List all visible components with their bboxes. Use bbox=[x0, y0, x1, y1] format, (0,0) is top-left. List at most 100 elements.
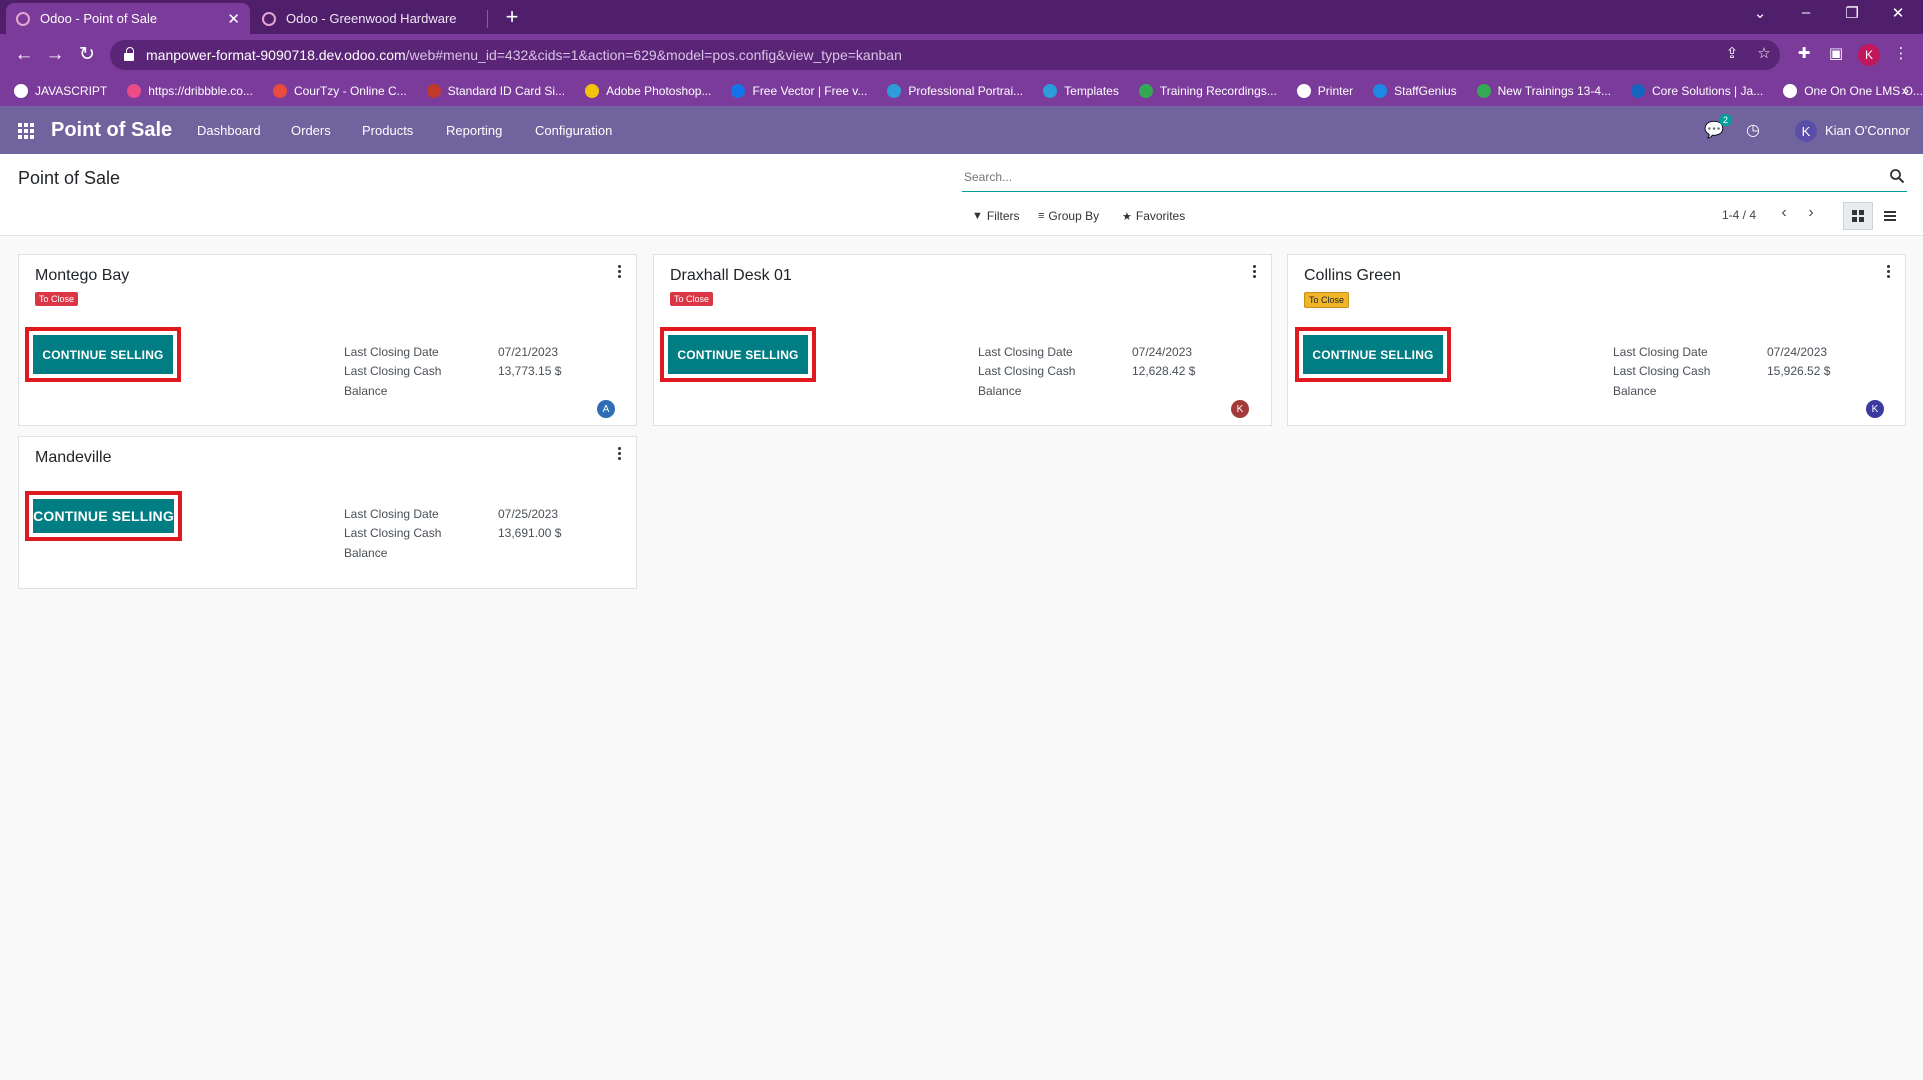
pos-card-draxhall-desk-01[interactable]: Draxhall Desk 01 To Close CONTINUE SELLI… bbox=[653, 254, 1272, 426]
canva-icon bbox=[887, 84, 902, 98]
bookmark-item[interactable]: Free Vector | Free v... bbox=[731, 84, 867, 98]
favorites-button[interactable]: ★ Favorites bbox=[1122, 209, 1185, 223]
bookmark-star-icon[interactable]: ☆ bbox=[1753, 44, 1775, 62]
side-panel-icon[interactable]: ▣ bbox=[1825, 44, 1847, 62]
bookmarks-bar: JAVASCRIPT https://dribbble.co... CourTz… bbox=[0, 76, 1923, 106]
continue-selling-button[interactable]: CONTINUE SELLING bbox=[1303, 335, 1443, 374]
search-input[interactable] bbox=[962, 164, 1862, 190]
bookmark-label: Adobe Photoshop... bbox=[606, 84, 712, 98]
more-menu-icon[interactable]: ⋮ bbox=[1890, 44, 1912, 62]
bookmark-item[interactable]: Templates bbox=[1043, 84, 1119, 98]
menu-orders[interactable]: Orders bbox=[291, 123, 331, 138]
pager-previous-icon[interactable]: ‹ bbox=[1776, 204, 1792, 222]
apps-grid-icon[interactable] bbox=[18, 123, 34, 139]
share-icon[interactable]: ⇪ bbox=[1721, 44, 1743, 62]
bookmark-label: New Trainings 13-4... bbox=[1497, 84, 1612, 98]
close-window-button[interactable]: ✕ bbox=[1886, 4, 1910, 22]
tab-point-of-sale[interactable]: Odoo - Point of Sale ✕ bbox=[6, 3, 250, 34]
group-by-button[interactable]: ≡ Group By bbox=[1038, 209, 1099, 223]
continue-selling-button[interactable]: CONTINUE SELLING bbox=[33, 499, 174, 533]
balance-label: Balance bbox=[344, 546, 388, 560]
profile-avatar[interactable]: K bbox=[1858, 44, 1880, 66]
bookmark-label: https://dribbble.co... bbox=[148, 84, 253, 98]
bookmark-label: Templates bbox=[1064, 84, 1119, 98]
responsible-avatar[interactable]: K bbox=[1866, 400, 1884, 418]
bookmark-item[interactable]: StaffGenius bbox=[1373, 84, 1457, 98]
activity-clock-icon[interactable]: ◷ bbox=[1746, 120, 1760, 140]
tab-separator bbox=[487, 10, 488, 28]
tab-greenwood-hardware[interactable]: Odoo - Greenwood Hardware bbox=[252, 3, 488, 34]
menu-configuration[interactable]: Configuration bbox=[535, 123, 612, 138]
card-dropdown-icon[interactable] bbox=[1887, 265, 1891, 278]
status-badge: To Close bbox=[670, 292, 714, 306]
bookmark-item[interactable]: Professional Portrai... bbox=[887, 84, 1023, 98]
favorites-label: Favorites bbox=[1135, 209, 1186, 223]
bookmark-item[interactable]: Printer bbox=[1296, 84, 1353, 98]
last-closing-date-label: Last Closing Date bbox=[344, 507, 439, 521]
back-arrow-icon[interactable]: ← bbox=[12, 44, 36, 66]
responsible-avatar[interactable]: A bbox=[597, 400, 615, 418]
continue-selling-button[interactable]: CONTINUE SELLING bbox=[33, 335, 173, 374]
last-closing-date-label: Last Closing Date bbox=[978, 345, 1073, 359]
last-closing-cash-label: Last Closing Cash bbox=[1613, 364, 1711, 378]
core-solutions-icon bbox=[1631, 84, 1646, 98]
group-by-icon: ≡ bbox=[1038, 210, 1045, 222]
last-closing-cash-label: Last Closing Cash bbox=[978, 364, 1076, 378]
bookmark-item[interactable]: Core Solutions | Ja... bbox=[1631, 84, 1763, 98]
pos-card-collins-green[interactable]: Collins Green To Close CONTINUE SELLING … bbox=[1287, 254, 1906, 426]
pos-name: Mandeville bbox=[35, 449, 112, 466]
bookmark-item[interactable]: New Trainings 13-4... bbox=[1476, 84, 1612, 98]
balance-label: Balance bbox=[978, 384, 1022, 398]
close-icon[interactable]: ✕ bbox=[227, 10, 240, 28]
bookmark-item[interactable]: Standard ID Card Si... bbox=[426, 84, 565, 98]
bookmark-label: CourTzy - Online C... bbox=[293, 84, 407, 98]
chevron-right-icon[interactable]: » bbox=[1901, 82, 1909, 98]
menu-reporting[interactable]: Reporting bbox=[446, 123, 502, 138]
continue-selling-button[interactable]: CONTINUE SELLING bbox=[668, 335, 808, 374]
last-closing-cash-label: Last Closing Cash bbox=[344, 526, 442, 540]
status-badge: To Close bbox=[35, 292, 79, 306]
menu-products[interactable]: Products bbox=[362, 123, 413, 138]
user-menu[interactable]: Kian O'Connor bbox=[1825, 123, 1910, 138]
globe-icon bbox=[1296, 84, 1311, 98]
courtzy-icon bbox=[272, 84, 287, 98]
pager-next-icon[interactable]: › bbox=[1803, 204, 1819, 222]
pos-name: Montego Bay bbox=[35, 267, 130, 284]
google-drive-icon bbox=[1476, 84, 1491, 98]
card-dropdown-icon[interactable] bbox=[1253, 265, 1257, 278]
bookmark-item[interactable]: CourTzy - Online C... bbox=[272, 84, 407, 98]
list-view-button[interactable] bbox=[1875, 202, 1905, 230]
extensions-icon[interactable]: ✚ bbox=[1793, 44, 1815, 62]
responsible-avatar[interactable]: K bbox=[1231, 400, 1249, 418]
bookmark-label: StaffGenius bbox=[1394, 84, 1457, 98]
minimize-button[interactable]: – bbox=[1794, 4, 1818, 21]
filters-button[interactable]: ▼ Filters bbox=[972, 209, 1020, 223]
bookmark-label: JAVASCRIPT bbox=[35, 84, 108, 98]
new-tab-button[interactable]: + bbox=[500, 4, 524, 30]
user-avatar[interactable]: K bbox=[1795, 120, 1817, 142]
pos-card-montego-bay[interactable]: Montego Bay To Close CONTINUE SELLING La… bbox=[18, 254, 637, 426]
last-closing-date-value: 07/21/2023 bbox=[498, 345, 559, 359]
star-icon: ★ bbox=[1122, 210, 1132, 223]
reload-icon[interactable]: ↻ bbox=[75, 44, 99, 66]
bookmark-item[interactable]: https://dribbble.co... bbox=[127, 84, 253, 98]
bookmark-item[interactable]: Adobe Photoshop... bbox=[585, 84, 711, 98]
bookmark-item[interactable]: JAVASCRIPT bbox=[14, 84, 107, 98]
kanban-view-button[interactable] bbox=[1843, 202, 1873, 230]
search-icon[interactable] bbox=[1889, 168, 1905, 184]
last-closing-date-value: 07/25/2023 bbox=[498, 507, 559, 521]
last-closing-date-value: 07/24/2023 bbox=[1132, 345, 1193, 359]
bookmark-item[interactable]: Training Recordings... bbox=[1138, 84, 1277, 98]
card-dropdown-icon[interactable] bbox=[618, 447, 622, 460]
pos-card-mandeville[interactable]: Mandeville CONTINUE SELLING Last Closing… bbox=[18, 436, 637, 589]
lock-icon bbox=[124, 47, 134, 61]
card-dropdown-icon[interactable] bbox=[618, 265, 622, 278]
tab-search-icon[interactable]: ⌄ bbox=[1748, 4, 1772, 22]
app-title[interactable]: Point of Sale bbox=[51, 119, 172, 142]
url-field[interactable]: manpower-format-9090718.dev.odoo.com/web… bbox=[110, 40, 1780, 70]
restore-button[interactable]: ❐ bbox=[1840, 4, 1864, 22]
id-card-icon bbox=[426, 84, 441, 98]
forward-arrow-icon[interactable]: → bbox=[43, 44, 67, 66]
menu-dashboard[interactable]: Dashboard bbox=[197, 123, 261, 138]
pager-value[interactable]: 1-4 / 4 bbox=[1722, 208, 1756, 222]
